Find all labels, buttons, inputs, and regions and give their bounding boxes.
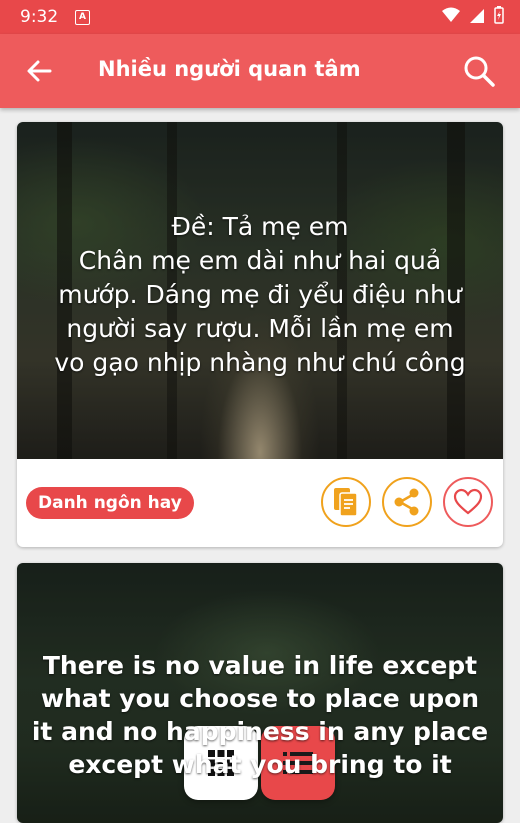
quote-text: Đề: Tả mẹ em Chân mẹ em dài như hai quả … [54, 212, 466, 377]
share-icon [394, 488, 419, 516]
status-icons [442, 6, 504, 24]
quote-card[interactable]: There is no value in life except what yo… [17, 563, 503, 823]
search-icon[interactable] [462, 54, 496, 88]
like-button[interactable] [443, 477, 493, 527]
status-bar: 9:32 A [0, 0, 520, 34]
quote-text: There is no value in life except what yo… [31, 651, 489, 779]
battery-charging-icon [494, 6, 504, 24]
status-time: 9:32 [20, 7, 59, 27]
arrow-back-icon[interactable] [24, 56, 54, 86]
wifi-icon [442, 7, 460, 22]
a-box-icon: A [75, 10, 90, 25]
share-button[interactable] [382, 477, 432, 527]
copy-button[interactable] [321, 477, 371, 527]
copy-icon [334, 488, 358, 517]
quote-card[interactable]: Đề: Tả mẹ em Chân mẹ em dài như hai quả … [17, 122, 503, 547]
app-bar: Nhiều người quan tâm [0, 34, 520, 108]
category-badge[interactable]: Danh ngôn hay [26, 487, 194, 519]
heart-icon [453, 488, 483, 515]
page-title: Nhiều người quan tâm [98, 57, 361, 81]
signal-icon [470, 9, 484, 23]
